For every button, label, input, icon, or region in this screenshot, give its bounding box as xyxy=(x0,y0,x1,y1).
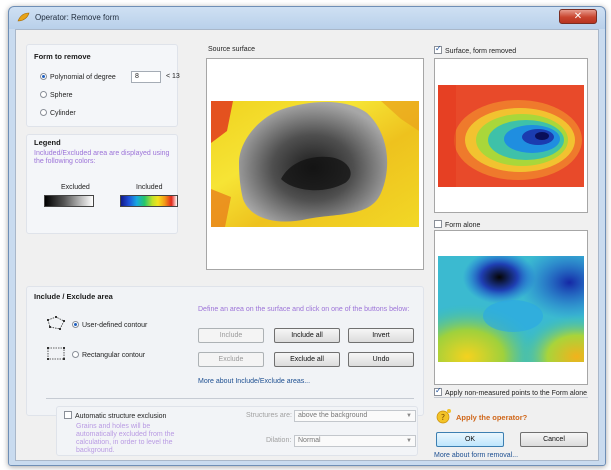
structure-exclusion-label: Automatic structure exclusion xyxy=(75,413,167,420)
option-sphere-label: Sphere xyxy=(50,92,73,99)
structures-select[interactable]: above the background ▼ xyxy=(294,410,416,422)
include-exclude-title: Include / Exclude area xyxy=(34,292,113,301)
dialog-client: Form to remove Polynomial of degree 8 < … xyxy=(15,29,599,461)
radio-rectangular-contour[interactable] xyxy=(72,351,79,358)
apply-nonmeasured-label: Apply non-measured points to the Form al… xyxy=(445,390,588,397)
user-contour-label: User-defined contour xyxy=(82,322,148,329)
structures-label: Structures are: xyxy=(246,412,292,419)
structures-value: above the background xyxy=(298,412,368,419)
rectangular-contour-icon xyxy=(47,347,65,360)
rectangular-contour-label: Rectangular contour xyxy=(82,352,146,359)
legend-title: Legend xyxy=(34,138,61,147)
cancel-button[interactable]: Cancel xyxy=(520,432,588,447)
surface-removed-image xyxy=(438,85,584,187)
radio-polynomial[interactable] xyxy=(40,73,47,80)
source-surface-frame xyxy=(206,58,424,270)
form-alone-label: Form alone xyxy=(445,222,481,229)
included-label: Included xyxy=(136,184,163,191)
app-icon xyxy=(17,12,30,22)
degree-input[interactable]: 8 xyxy=(131,71,161,83)
radio-cylinder[interactable] xyxy=(40,109,47,116)
option-cylinder[interactable]: Cylinder xyxy=(40,109,76,117)
apply-nonmeasured-toggle[interactable]: Apply non-measured points to the Form al… xyxy=(434,386,588,397)
excluded-label: Excluded xyxy=(61,184,90,191)
radio-user-contour[interactable] xyxy=(72,321,79,328)
close-button[interactable]: ✕ xyxy=(559,9,597,24)
undo-button[interactable]: Undo xyxy=(348,352,414,367)
footer-divider xyxy=(434,397,588,398)
title-bar[interactable]: Operator: Remove form ✕ xyxy=(9,7,605,29)
excluded-color-bar xyxy=(44,195,94,207)
apply-question: Apply the operator? xyxy=(456,413,528,422)
apply-nonmeasured-checkbox[interactable] xyxy=(434,386,442,396)
structure-exclusion-toggle[interactable]: Automatic structure exclusion xyxy=(64,411,166,420)
include-exclude-more-link[interactable]: More about Include/Exclude areas... xyxy=(198,378,310,385)
option-polynomial-label: Polynomial of degree xyxy=(50,74,116,81)
include-button[interactable]: Include xyxy=(198,328,264,343)
form-alone-checkbox[interactable] xyxy=(434,220,442,228)
option-sphere[interactable]: Sphere xyxy=(40,91,73,99)
option-user-contour[interactable]: User-defined contour xyxy=(72,321,147,329)
user-contour-icon xyxy=(47,316,65,330)
exclude-button[interactable]: Exclude xyxy=(198,352,264,367)
radio-sphere[interactable] xyxy=(40,91,47,98)
included-color-bar xyxy=(120,195,178,207)
dilation-select[interactable]: Normal ▼ xyxy=(294,435,416,447)
chevron-down-icon: ▼ xyxy=(406,413,412,419)
form-removal-more-link[interactable]: More about form removal... xyxy=(434,452,518,459)
dilation-label: Dilation: xyxy=(266,437,292,444)
form-to-remove-title: Form to remove xyxy=(34,52,91,61)
dilation-value: Normal xyxy=(298,437,321,444)
structure-hint: Grains and holes will be automatically e… xyxy=(76,423,175,454)
exclude-all-button[interactable]: Exclude all xyxy=(274,352,340,367)
include-all-button[interactable]: Include all xyxy=(274,328,340,343)
surface-removed-frame xyxy=(434,58,588,213)
chevron-down-icon: ▼ xyxy=(406,438,412,444)
question-icon: ? xyxy=(436,409,451,424)
ok-button[interactable]: OK xyxy=(436,432,504,447)
source-surface-label: Source surface xyxy=(208,46,256,53)
surface-removed-label: Surface, form removed xyxy=(445,48,517,55)
surface-removed-toggle[interactable]: Surface, form removed xyxy=(434,44,517,55)
degree-limit: < 13 xyxy=(166,73,180,80)
window-title: Operator: Remove form xyxy=(35,13,120,22)
option-rectangular-contour[interactable]: Rectangular contour xyxy=(72,351,145,359)
form-alone-image xyxy=(438,256,584,362)
structure-exclusion-checkbox[interactable] xyxy=(64,411,72,419)
divider xyxy=(46,398,414,399)
option-polynomial[interactable]: Polynomial of degree xyxy=(40,73,116,81)
include-exclude-hint: Define an area on the surface and click … xyxy=(198,306,410,313)
operator-window: Operator: Remove form ✕ Form to remove P… xyxy=(8,6,606,466)
source-surface-image xyxy=(211,101,419,227)
legend-description: Included/Excluded area are displayed usi… xyxy=(34,150,170,165)
form-alone-frame xyxy=(434,230,588,385)
invert-button[interactable]: Invert xyxy=(348,328,414,343)
svg-text:?: ? xyxy=(441,413,445,422)
option-cylinder-label: Cylinder xyxy=(50,110,76,117)
form-alone-toggle[interactable]: Form alone xyxy=(434,220,480,229)
surface-removed-checkbox[interactable] xyxy=(434,44,442,54)
